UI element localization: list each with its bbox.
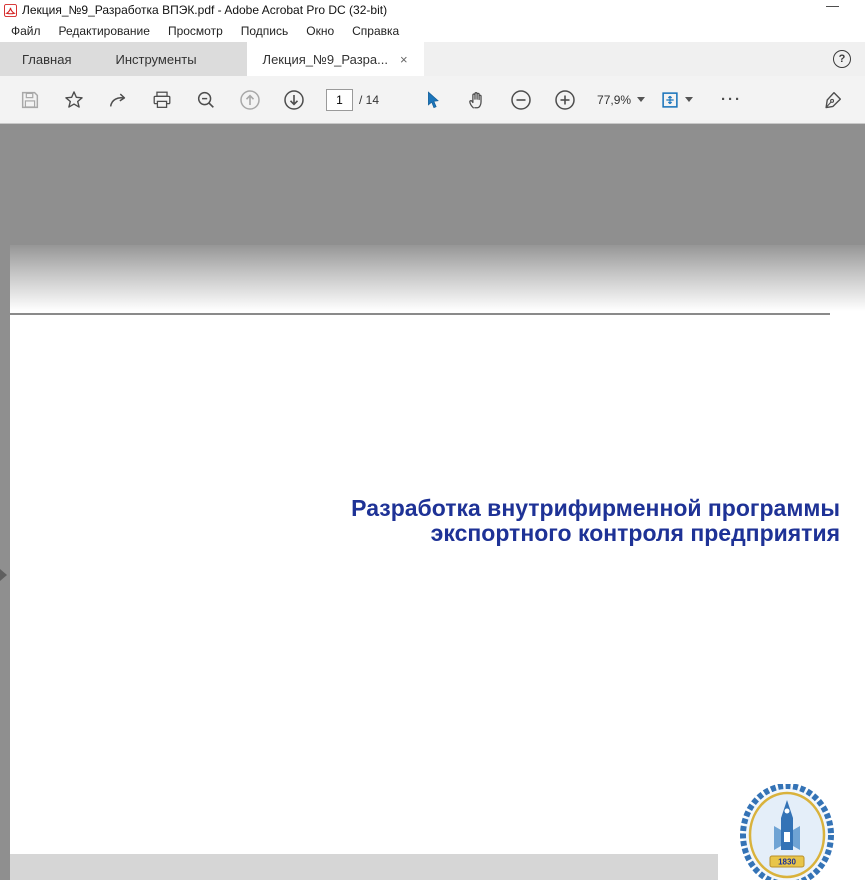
save-button[interactable] (12, 83, 48, 117)
minus-circle-icon (509, 88, 533, 112)
menu-file[interactable]: Файл (2, 21, 50, 41)
share-arrow-icon (107, 89, 129, 111)
emblem-year-label: 1830 (778, 858, 796, 867)
tab-bar: Главная Инструменты Лекция_№9_Разра... ×… (0, 42, 865, 76)
pen-nib-icon (822, 89, 844, 111)
chevron-down-icon (685, 97, 693, 102)
marquee-zoom-button[interactable] (188, 83, 224, 117)
pdf-page: Разработка внутрифирменной программы экс… (10, 245, 865, 880)
close-icon[interactable]: × (400, 52, 408, 67)
star-icon (63, 89, 85, 111)
fit-page-icon (659, 89, 681, 111)
slide-title-line2: экспортного контроля предприятия (351, 521, 840, 546)
window-title: Лекция_№9_Разработка ВПЭК.pdf - Adobe Ac… (22, 3, 387, 17)
select-arrow-icon (422, 89, 444, 111)
menu-sign[interactable]: Подпись (232, 21, 298, 41)
arrow-down-circle-icon (282, 88, 306, 112)
hand-icon (466, 89, 488, 111)
more-tools-button[interactable]: ··· (721, 91, 742, 108)
menu-bar: Файл Редактирование Просмотр Подпись Окн… (0, 20, 865, 42)
slide-top-gradient (10, 245, 865, 311)
document-viewport: Разработка внутрифирменной программы экс… (0, 124, 865, 880)
page-number-input[interactable] (326, 89, 353, 111)
printer-icon (151, 89, 173, 111)
tab-document[interactable]: Лекция_№9_Разра... × (247, 42, 424, 76)
fill-sign-pen-button[interactable] (815, 83, 851, 117)
zoom-out-button[interactable] (503, 83, 539, 117)
main-toolbar: / 14 (0, 76, 865, 124)
menu-help[interactable]: Справка (343, 21, 408, 41)
previous-page-button[interactable] (232, 83, 268, 117)
tab-home[interactable]: Главная (0, 42, 93, 76)
window-titlebar: Лекция_№9_Разработка ВПЭК.pdf - Adobe Ac… (0, 0, 865, 20)
select-tool-button[interactable] (415, 83, 451, 117)
tab-document-label: Лекция_№9_Разра... (263, 52, 388, 67)
hand-tool-button[interactable] (459, 83, 495, 117)
save-icon (19, 89, 41, 111)
tab-bar-filler: ? (424, 42, 865, 76)
help-icon[interactable]: ? (833, 50, 851, 68)
menu-window[interactable]: Окно (297, 21, 343, 41)
acrobat-pdf-icon (4, 4, 17, 17)
tab-tools[interactable]: Инструменты (93, 42, 218, 76)
page-display-button[interactable] (657, 83, 703, 117)
print-button[interactable] (144, 83, 180, 117)
university-emblem: 1830 (737, 784, 837, 880)
zoom-level-value: 77,9% (597, 93, 631, 107)
page-count-label: / 14 (359, 93, 379, 107)
slide-footer-band (10, 854, 718, 880)
chevron-down-icon (637, 97, 645, 102)
minimize-button[interactable]: — (826, 0, 839, 13)
zoom-in-button[interactable] (547, 83, 583, 117)
arrow-up-circle-icon (238, 88, 262, 112)
next-page-button[interactable] (276, 83, 312, 117)
share-button[interactable] (100, 83, 136, 117)
magnifier-minus-icon (195, 89, 217, 111)
chevron-right-icon (0, 569, 7, 581)
menu-edit[interactable]: Редактирование (50, 21, 159, 41)
slide-title: Разработка внутрифирменной программы экс… (351, 496, 840, 547)
navigation-pane-handle[interactable] (0, 564, 10, 586)
slide-title-line1: Разработка внутрифирменной программы (351, 496, 840, 521)
menu-view[interactable]: Просмотр (159, 21, 232, 41)
plus-circle-icon (553, 88, 577, 112)
slide-divider-line (10, 313, 830, 315)
zoom-level-dropdown[interactable]: 77,9% (587, 93, 653, 107)
star-tool-button[interactable] (56, 83, 92, 117)
